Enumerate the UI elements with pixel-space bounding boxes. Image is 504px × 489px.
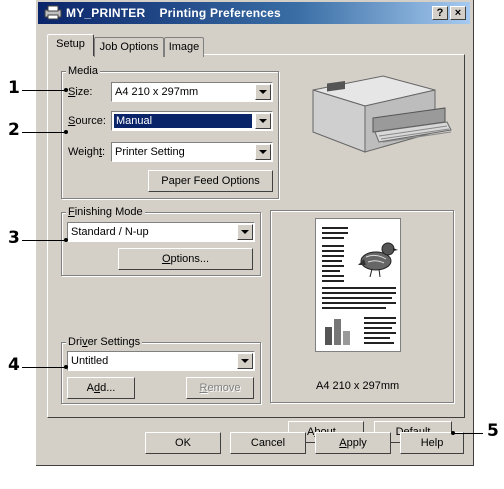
- weight-select[interactable]: Printer Setting: [111, 142, 273, 162]
- callout-3-dot: [64, 238, 68, 242]
- callout-2: 2: [8, 120, 20, 140]
- driver-settings-value: Untitled: [71, 355, 109, 367]
- media-group-label: Media: [66, 65, 100, 77]
- callout-2-dot: [64, 130, 68, 134]
- callout-5: 5: [487, 421, 499, 441]
- tab-setup[interactable]: Setup: [47, 34, 94, 56]
- source-value: Manual: [114, 114, 252, 128]
- chevron-down-icon[interactable]: [255, 113, 271, 129]
- printer-image: [295, 68, 455, 168]
- size-value: A4 210 x 297mm: [115, 86, 199, 98]
- apply-button[interactable]: Apply: [315, 432, 391, 454]
- help-button[interactable]: Help: [400, 432, 464, 454]
- size-select[interactable]: A4 210 x 297mm: [111, 82, 273, 102]
- callout-1-dot: [64, 88, 68, 92]
- driver-settings-select[interactable]: Untitled: [67, 351, 255, 371]
- cancel-button[interactable]: Cancel: [230, 432, 306, 454]
- preview-caption: A4 210 x 297mm: [316, 380, 400, 392]
- callout-5-line: [453, 433, 483, 434]
- chevron-down-icon[interactable]: [237, 353, 253, 369]
- tab-job-options[interactable]: Job Options: [94, 37, 164, 57]
- chevron-down-icon[interactable]: [255, 144, 271, 160]
- help-title-button[interactable]: ?: [432, 6, 448, 20]
- callout-4-dot: [64, 365, 68, 369]
- chevron-down-icon[interactable]: [255, 84, 271, 100]
- remove-button[interactable]: Remove: [186, 377, 254, 399]
- printer-icon: [44, 5, 62, 20]
- paper-feed-options-button[interactable]: Paper Feed Options: [148, 170, 273, 192]
- page-preview: [315, 218, 401, 352]
- size-label: Size:: [68, 86, 93, 98]
- finishing-options-button[interactable]: Options...: [118, 248, 253, 270]
- window-title: MY_PRINTER Printing Preferences: [66, 6, 281, 20]
- driver-settings-group-label: Driver Settings: [66, 336, 143, 348]
- chevron-down-icon[interactable]: [237, 224, 253, 240]
- finishing-mode-value: Standard / N-up: [71, 226, 149, 238]
- callout-3: 3: [8, 228, 20, 248]
- finishing-mode-select[interactable]: Standard / N-up: [67, 222, 255, 242]
- tab-image[interactable]: Image: [164, 37, 204, 57]
- source-label: Source:: [68, 115, 106, 127]
- callout-2-line: [22, 132, 66, 133]
- callout-1-line: [22, 90, 66, 91]
- callout-3-line: [22, 240, 66, 241]
- ok-button[interactable]: OK: [145, 432, 221, 454]
- callout-4: 4: [8, 355, 20, 375]
- finishing-mode-group-label: Finishing Mode: [66, 206, 145, 218]
- callout-1: 1: [8, 78, 20, 98]
- add-button[interactable]: Add...: [67, 377, 135, 399]
- weight-value: Printer Setting: [115, 146, 185, 158]
- close-title-button[interactable]: ×: [450, 6, 466, 20]
- callout-4-line: [22, 367, 66, 368]
- source-select[interactable]: Manual: [111, 111, 273, 131]
- bird-illustration: [356, 235, 398, 279]
- weight-label: Weight:: [68, 146, 106, 158]
- bar-chart-illustration: [324, 317, 358, 345]
